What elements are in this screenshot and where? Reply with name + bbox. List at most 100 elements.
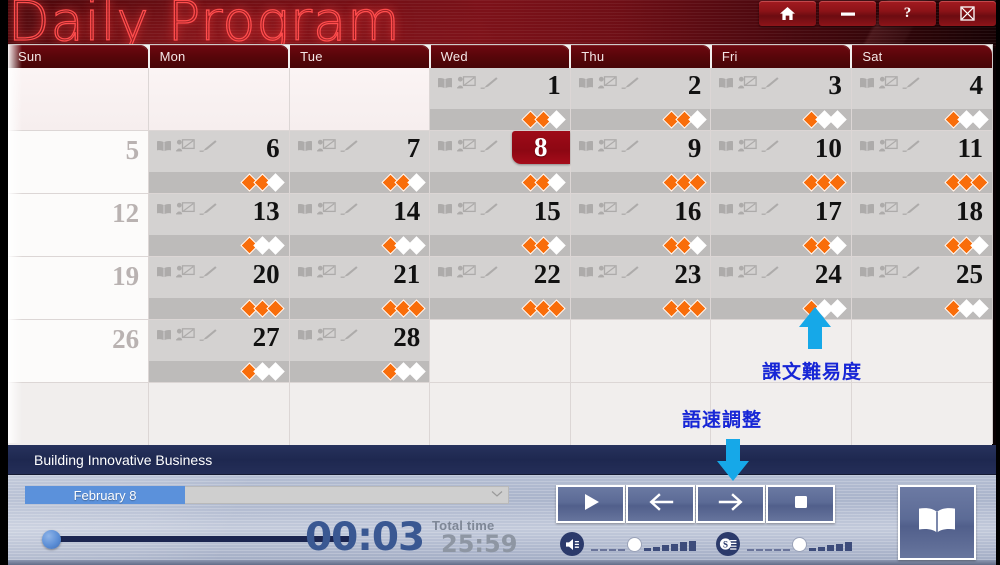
difficulty-indicator [570,109,711,130]
play-button[interactable] [556,485,625,523]
day-number: 10 [814,133,842,163]
progress-row: 00:03 Total time 25:59 [20,518,520,560]
arrow-left-icon [648,492,674,517]
pen-icon [902,76,920,94]
difficulty-indicator [149,361,289,382]
calendar-day-cell[interactable]: 18 [851,193,992,257]
pen-icon [621,202,639,220]
home-button[interactable] [759,1,816,26]
day-header-thu: Thu [570,45,712,68]
book-icon [297,139,313,157]
difficulty-diamond [688,173,707,192]
calendar-day-cell[interactable]: 28 [289,319,431,383]
calendar-day-cell[interactable]: 23 [570,256,712,320]
day-number: 1 [547,70,561,100]
title-bar: Daily Program ? [0,0,1000,48]
calendar-day-cell-empty[interactable]: 12 [8,193,150,257]
calendar-day-cell[interactable]: 13 [148,193,290,257]
close-button[interactable] [939,1,996,26]
calendar-day-cell[interactable]: 25 [851,256,992,320]
presentation-icon [738,202,758,220]
calendar-day-cell[interactable]: 3 [710,68,852,131]
day-header-fri: Fri [710,45,853,68]
presentation-icon [316,265,336,283]
calendar-day-cell[interactable]: 15 [429,193,571,257]
difficulty-indicator [711,109,851,130]
calendar-day-cell[interactable]: 16 [570,193,712,257]
difficulty-indicator [570,235,711,256]
pen-icon [761,76,779,94]
calendar-day-cell[interactable]: 7 [289,130,431,194]
annotation-difficulty: 課文難易度 [762,361,863,383]
slider-knob[interactable] [628,538,641,551]
next-button[interactable] [696,485,765,523]
calendar-day-cell-empty[interactable]: 26 [8,319,150,383]
difficulty-diamond [406,236,426,255]
window-controls: ? [759,1,996,26]
difficulty-indicator [570,172,711,193]
calendar-week-row [8,382,992,446]
player-bottom-strip [0,560,1000,565]
volume-slider[interactable] [560,532,696,556]
calendar-blank-cell [289,68,431,131]
slider-tick [809,548,816,551]
speed-slider-track[interactable] [747,537,852,551]
slider-tick [644,548,651,551]
calendar-day-cell[interactable]: 9 [570,130,712,194]
lesson-icons [859,139,920,157]
calendar-blank-cell [429,319,571,383]
minimize-button[interactable] [819,1,876,26]
lesson-icons [578,76,639,94]
pen-icon [761,202,779,220]
home-icon [779,6,796,21]
calendar-day-cell[interactable]: 2 [570,68,712,131]
calendar-day-cell-empty[interactable]: 5 [8,130,150,194]
difficulty-indicator [430,109,570,130]
book-icon [718,139,734,157]
calendar-week-row: 12 13 14 15 16 17 18 [8,193,992,257]
difficulty-diamond [406,173,426,192]
calendar-day-cell[interactable]: 6 [148,130,290,194]
calendar-week-row: 1 2 3 4 [8,68,992,131]
difficulty-indicator [711,235,851,256]
difficulty-indicator [149,235,289,256]
lesson-icons [297,202,358,220]
slider-tick [765,549,772,551]
pen-icon [761,139,779,157]
lesson-icons [156,202,217,220]
calendar-day-cell[interactable]: 20 [148,256,290,320]
slider-tick [680,542,687,551]
calendar-day-cell[interactable]: 11 [851,130,992,194]
calendar-day-cell[interactable]: 21 [289,256,431,320]
book-icon [718,76,734,94]
calendar-day-cell[interactable]: 8 [429,130,571,194]
pen-icon [902,139,920,157]
pen-icon [621,265,639,283]
day-number: 26 [112,324,140,354]
stop-button[interactable] [766,485,835,523]
calendar-day-cell[interactable]: 22 [429,256,571,320]
slider-knob[interactable] [793,538,806,551]
difficulty-diamond [688,236,707,255]
calendar-blank-cell [8,68,150,131]
help-button[interactable]: ? [879,1,936,26]
calendar-day-cell-empty[interactable]: 19 [8,256,150,320]
calendar-day-cell[interactable]: 27 [148,319,290,383]
calendar-day-cell[interactable]: 1 [429,68,571,131]
calendar-day-cell[interactable]: 10 [710,130,852,194]
date-selector[interactable]: February 8 [25,486,509,504]
volume-slider-track[interactable] [591,537,696,551]
calendar-day-cell[interactable]: 17 [710,193,852,257]
calendar-day-cell[interactable]: 4 [851,68,992,131]
presentation-icon [878,139,898,157]
slider-tick [845,542,852,551]
day-number: 16 [674,196,702,226]
progress-knob[interactable] [42,530,61,549]
pen-icon [761,265,779,283]
previous-button[interactable] [626,485,695,523]
calendar-day-cell[interactable]: 14 [289,193,431,257]
book-button[interactable] [898,485,976,560]
total-time: 25:59 [441,530,518,558]
speed-slider[interactable]: S [716,532,852,556]
pen-icon [902,265,920,283]
